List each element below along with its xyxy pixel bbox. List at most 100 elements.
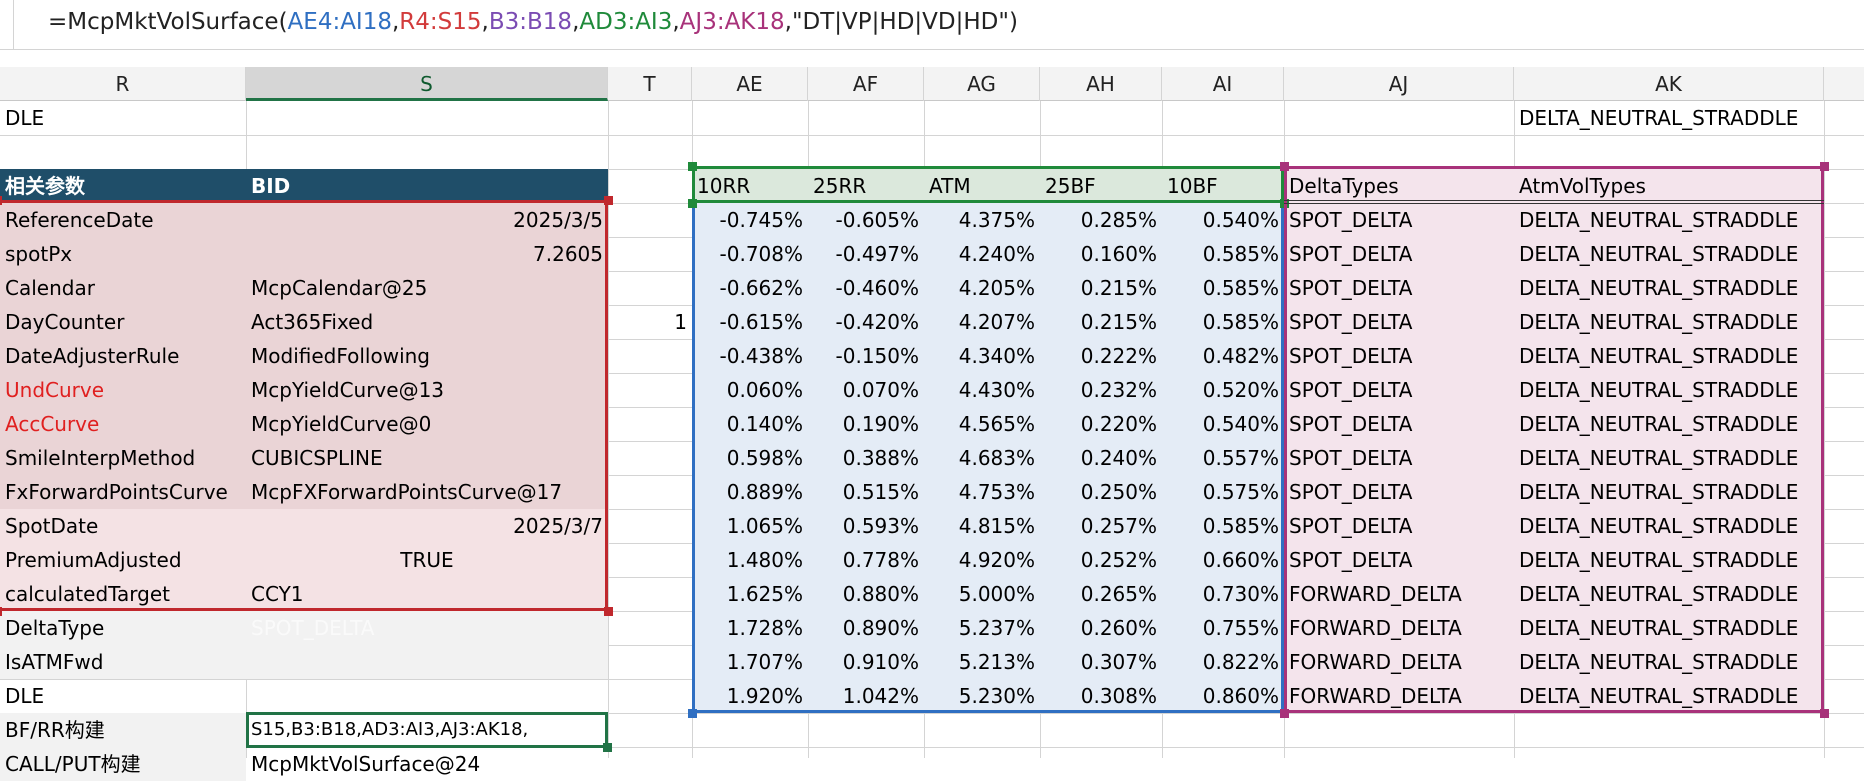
formula-bar[interactable]: =McpMktVolSurface(AE4:AI18,R4:S15,B3:B18… <box>0 0 1864 50</box>
vol-value[interactable]: 0.880% <box>808 577 924 611</box>
delta-type[interactable]: SPOT_DELTA <box>1284 203 1514 237</box>
vol-value[interactable]: 4.207% <box>924 305 1040 339</box>
column-header-ae[interactable]: AE <box>692 67 808 101</box>
vol-value[interactable]: 0.890% <box>808 611 924 645</box>
vol-value[interactable]: 0.260% <box>1040 611 1162 645</box>
param-value[interactable]: SPOT_DELTA <box>246 611 608 645</box>
vol-value[interactable]: 1.042% <box>808 679 924 713</box>
param-value[interactable]: TRUE <box>246 543 608 577</box>
column-header-ai[interactable]: AI <box>1162 67 1284 101</box>
range-handle[interactable] <box>1820 162 1829 171</box>
param-name[interactable]: DayCounter <box>0 305 246 339</box>
param-value[interactable]: 2025/3/7 <box>246 509 608 543</box>
param-value[interactable] <box>246 645 608 679</box>
delta-type[interactable]: SPOT_DELTA <box>1284 339 1514 373</box>
delta-type[interactable]: SPOT_DELTA <box>1284 475 1514 509</box>
vol-value[interactable]: 1.065% <box>692 509 808 543</box>
formula-text[interactable]: =McpMktVolSurface(AE4:AI18,R4:S15,B3:B18… <box>48 4 1018 40</box>
param-name[interactable]: FxForwardPointsCurve <box>0 475 246 509</box>
param-value[interactable]: CCY1 <box>246 577 608 611</box>
param-value[interactable]: McpYieldCurve@13 <box>246 373 608 407</box>
range-handle[interactable] <box>688 709 697 718</box>
delta-type[interactable]: SPOT_DELTA <box>1284 407 1514 441</box>
param-name[interactable]: Calendar <box>0 271 246 305</box>
range-handle[interactable] <box>1280 162 1289 171</box>
delta-type[interactable]: FORWARD_DELTA <box>1284 645 1514 679</box>
vol-column-header[interactable]: 25BF <box>1040 169 1162 203</box>
vol-value[interactable]: -0.615% <box>692 305 808 339</box>
sheet-grid[interactable]: DLE DELTA_NEUTRAL_STRADDLE 相关参数 BID 10RR 25RR… <box>0 101 1864 781</box>
vol-value[interactable]: 0.257% <box>1040 509 1162 543</box>
cell-r-text[interactable]: DLE <box>0 101 246 135</box>
param-header-label[interactable]: 相关参数 <box>0 169 246 203</box>
param-name[interactable]: IsATMFwd <box>0 645 246 679</box>
cell-t-value[interactable]: 1 <box>608 305 692 339</box>
column-header-af[interactable]: AF <box>808 67 924 101</box>
vol-value[interactable]: 0.060% <box>692 373 808 407</box>
delta-type[interactable]: FORWARD_DELTA <box>1284 611 1514 645</box>
vol-value[interactable]: 0.232% <box>1040 373 1162 407</box>
vol-value[interactable]: 4.683% <box>924 441 1040 475</box>
range-handle[interactable] <box>604 607 613 616</box>
type-column-header[interactable]: DeltaTypes <box>1284 169 1514 203</box>
fill-handle[interactable] <box>603 743 612 752</box>
vol-value[interactable]: 0.265% <box>1040 577 1162 611</box>
param-value[interactable]: Act365Fixed <box>246 305 608 339</box>
delta-type[interactable]: SPOT_DELTA <box>1284 271 1514 305</box>
type-column-header[interactable]: AtmVolTypes <box>1514 169 1824 203</box>
param-name[interactable]: ReferenceDate <box>0 203 246 237</box>
vol-value[interactable]: -0.438% <box>692 339 808 373</box>
column-header-ah[interactable]: AH <box>1040 67 1162 101</box>
vol-value[interactable]: 0.220% <box>1040 407 1162 441</box>
vol-value[interactable]: 1.707% <box>692 645 808 679</box>
delta-type[interactable]: FORWARD_DELTA <box>1284 577 1514 611</box>
column-header-t[interactable]: T <box>608 67 692 101</box>
vol-column-header[interactable]: 25RR <box>808 169 924 203</box>
param-name[interactable]: DateAdjusterRule <box>0 339 246 373</box>
atm-vol-type[interactable]: DELTA_NEUTRAL_STRADDLE <box>1514 509 1824 543</box>
vol-value[interactable]: 0.540% <box>1162 407 1284 441</box>
atm-vol-type[interactable]: DELTA_NEUTRAL_STRADDLE <box>1514 305 1824 339</box>
vol-value[interactable]: 1.920% <box>692 679 808 713</box>
vol-value[interactable]: -0.605% <box>808 203 924 237</box>
vol-value[interactable]: 4.430% <box>924 373 1040 407</box>
after-value[interactable]: S15,B3:B18,AD3:AI3,AJ3:AK18, <box>246 713 608 747</box>
vol-value[interactable]: 1.728% <box>692 611 808 645</box>
range-handle[interactable] <box>1820 709 1829 718</box>
vol-value[interactable]: 0.160% <box>1040 237 1162 271</box>
vol-value[interactable]: 0.585% <box>1162 237 1284 271</box>
vol-value[interactable]: 0.730% <box>1162 577 1284 611</box>
vol-value[interactable]: 0.250% <box>1040 475 1162 509</box>
vol-value[interactable]: 0.388% <box>808 441 924 475</box>
vol-value[interactable]: 0.540% <box>1162 203 1284 237</box>
param-name[interactable]: DeltaType <box>0 611 246 645</box>
atm-vol-type[interactable]: DELTA_NEUTRAL_STRADDLE <box>1514 339 1824 373</box>
after-value[interactable]: McpMktVolSurface@24 <box>246 747 608 781</box>
cell-ak-text[interactable]: DELTA_NEUTRAL_STRADDLE <box>1514 101 1824 135</box>
vol-value[interactable]: 0.215% <box>1040 271 1162 305</box>
vol-value[interactable]: 4.565% <box>924 407 1040 441</box>
atm-vol-type[interactable]: DELTA_NEUTRAL_STRADDLE <box>1514 203 1824 237</box>
param-value[interactable]: ModifiedFollowing <box>246 339 608 373</box>
vol-value[interactable]: -0.662% <box>692 271 808 305</box>
column-header-ag[interactable]: AG <box>924 67 1040 101</box>
param-value[interactable]: McpCalendar@25 <box>246 271 608 305</box>
vol-value[interactable]: 5.237% <box>924 611 1040 645</box>
after-value[interactable] <box>246 679 608 713</box>
range-handle[interactable] <box>688 199 697 208</box>
delta-type[interactable]: SPOT_DELTA <box>1284 373 1514 407</box>
vol-value[interactable]: 0.252% <box>1040 543 1162 577</box>
param-name[interactable]: UndCurve <box>0 373 246 407</box>
vol-value[interactable]: -0.460% <box>808 271 924 305</box>
atm-vol-type[interactable]: DELTA_NEUTRAL_STRADDLE <box>1514 577 1824 611</box>
param-value[interactable]: 2025/3/5 <box>246 203 608 237</box>
param-name[interactable]: calculatedTarget <box>0 577 246 611</box>
vol-value[interactable]: -0.420% <box>808 305 924 339</box>
vol-value[interactable]: -0.497% <box>808 237 924 271</box>
vol-value[interactable]: 0.822% <box>1162 645 1284 679</box>
after-label[interactable]: DLE <box>0 679 246 713</box>
atm-vol-type[interactable]: DELTA_NEUTRAL_STRADDLE <box>1514 543 1824 577</box>
vol-value[interactable]: 0.140% <box>692 407 808 441</box>
vol-value[interactable]: 0.585% <box>1162 271 1284 305</box>
vol-value[interactable]: 0.520% <box>1162 373 1284 407</box>
